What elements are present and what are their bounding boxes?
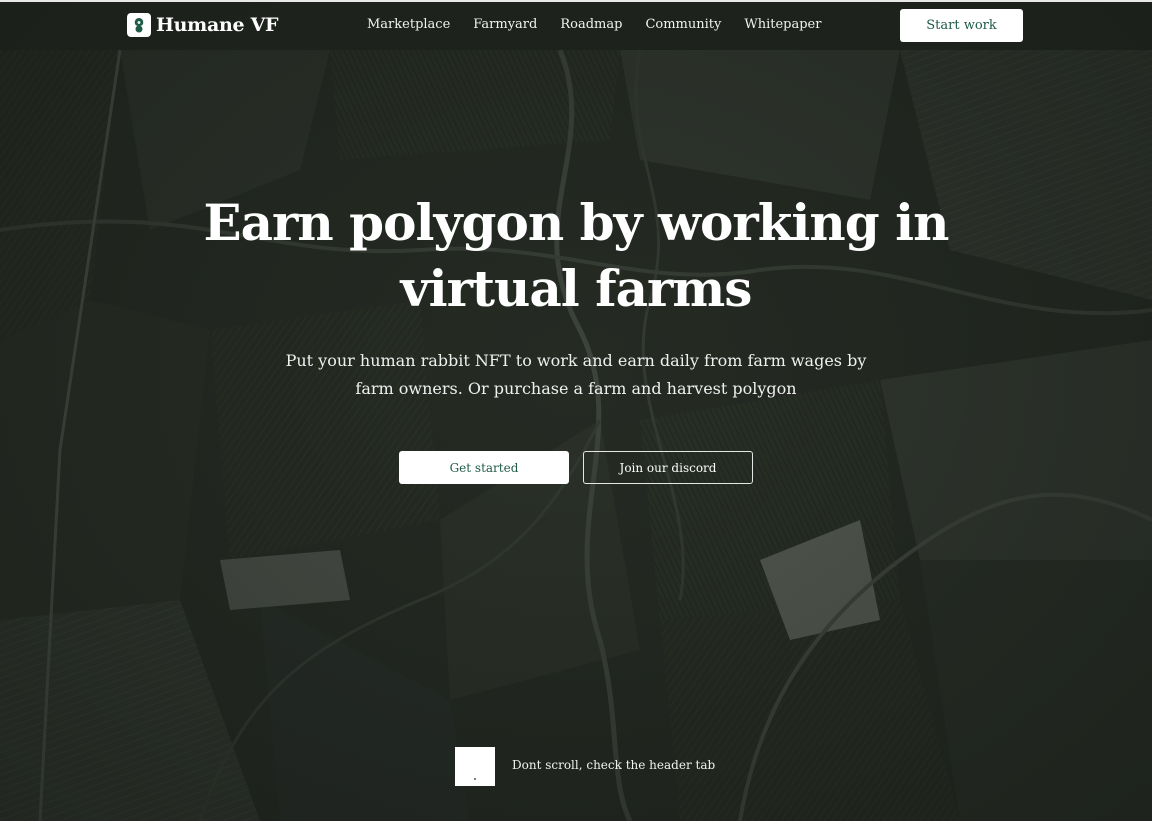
header-navbar: Humane VF Marketplace Farmyard Roadmap C…	[0, 2, 1152, 50]
nav-link-marketplace[interactable]: Marketplace	[367, 17, 450, 32]
hero-title-line-1: Earn polygon by working in	[203, 193, 950, 252]
hero-title-line-2: virtual farms	[400, 259, 753, 318]
nav-link-whitepaper[interactable]: Whitepaper	[744, 17, 821, 32]
rabbit-leaf-icon	[127, 13, 151, 37]
nav-link-farmyard[interactable]: Farmyard	[473, 17, 537, 32]
hero-dark-overlay	[0, 0, 1152, 821]
scroll-dot-icon	[474, 778, 476, 780]
hero-subtitle: Put your human rabbit NFT to work and ea…	[276, 347, 876, 403]
scroll-hint-text: Dont scroll, check the header tab	[512, 758, 716, 772]
join-discord-button[interactable]: Join our discord	[583, 451, 753, 484]
brand-name: Humane VF	[156, 14, 279, 36]
main-nav: Marketplace Farmyard Roadmap Community W…	[367, 17, 844, 32]
brand-home-link[interactable]: Humane VF	[127, 13, 279, 37]
scroll-indicator-box	[455, 747, 495, 786]
start-work-button[interactable]: Start work	[900, 9, 1023, 42]
nav-link-roadmap[interactable]: Roadmap	[560, 17, 622, 32]
nav-link-community[interactable]: Community	[645, 17, 721, 32]
hero-subtitle-line-2: farm owners. Or purchase a farm and harv…	[355, 379, 797, 398]
get-started-button[interactable]: Get started	[399, 451, 569, 484]
hero-subtitle-line-1: Put your human rabbit NFT to work and ea…	[285, 351, 867, 370]
hero-title: Earn polygon by working in virtual farms	[176, 190, 976, 322]
